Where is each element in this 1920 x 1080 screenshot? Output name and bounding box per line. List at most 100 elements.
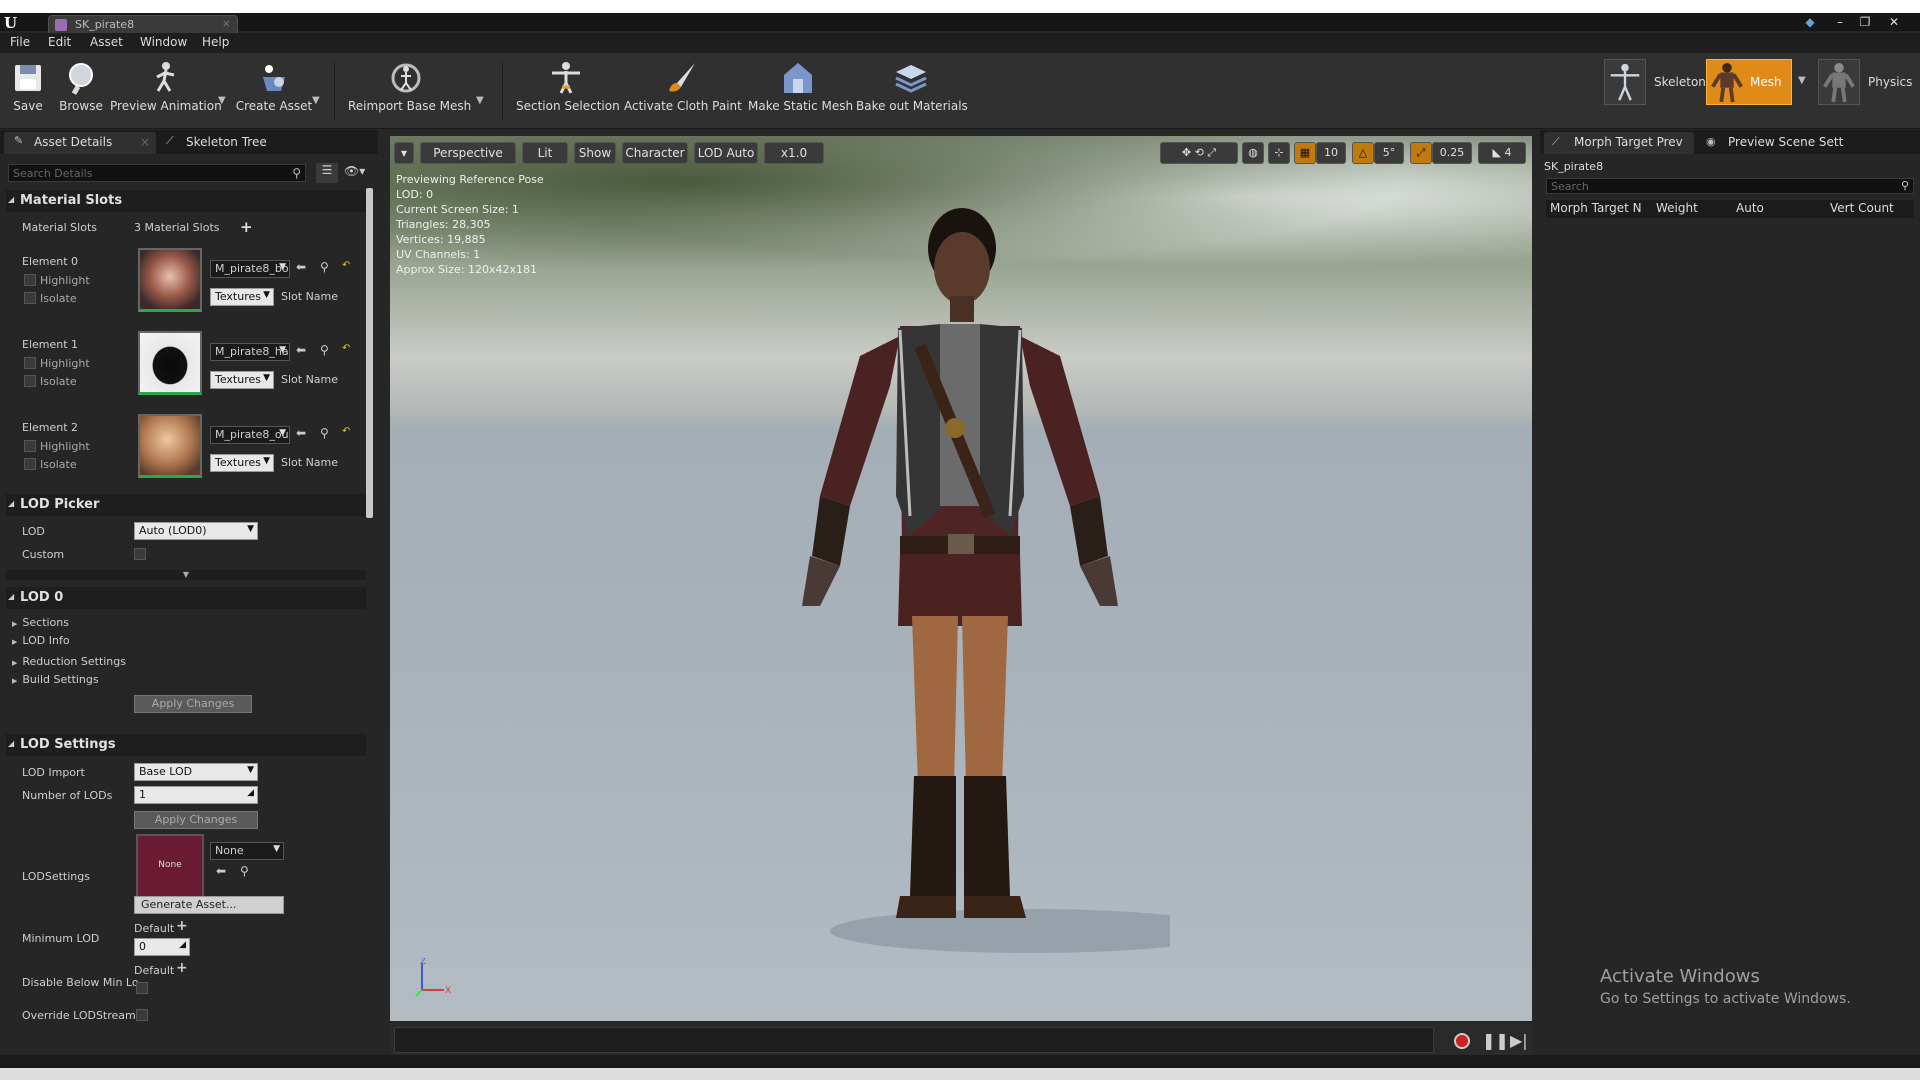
pause-button[interactable]: ❚❚ [1482, 1031, 1509, 1050]
menu-help[interactable]: Help [202, 35, 229, 49]
lod-picker-combo[interactable]: Auto (LOD0) ▼ [134, 522, 258, 540]
grid-snap-icon[interactable]: ▦ [1294, 142, 1316, 164]
tab-skeleton-tree[interactable]: ⟋ Skeleton Tree [156, 132, 296, 154]
timeline-scrubber[interactable] [394, 1027, 1434, 1053]
use-selected-arrow-icon[interactable]: ⬅ [296, 343, 306, 357]
grid-snap-value[interactable]: 10 [1316, 142, 1346, 164]
lod-import-combo[interactable]: Base LOD ▼ [134, 763, 258, 781]
material-thumbnail-0[interactable] [138, 248, 202, 312]
menu-file[interactable]: File [10, 35, 30, 49]
lod-auto-button[interactable]: LOD Auto [694, 142, 758, 164]
reset-arrow-icon[interactable]: ↶ [342, 260, 350, 271]
lodsettings-thumbnail[interactable]: None [136, 834, 204, 900]
highlight-checkbox-0[interactable] [24, 274, 36, 286]
minimum-lod-input[interactable]: 0 ◢ [134, 938, 190, 956]
browse-magnifier-icon[interactable]: ⚲ [320, 260, 329, 274]
create-asset-dropdown-icon[interactable]: ▼ [312, 95, 320, 106]
isolate-checkbox-0[interactable] [24, 292, 36, 304]
textures-combo-0[interactable]: Textures ▼ [210, 288, 274, 306]
tab-preview-scene-settings[interactable]: ◉ Preview Scene Sett [1698, 132, 1848, 154]
add-platform-override-icon[interactable]: + [176, 918, 188, 934]
use-selected-arrow-icon[interactable]: ⬅ [296, 426, 306, 440]
column-weight[interactable]: Weight [1656, 201, 1698, 215]
preview-animation-button[interactable]: Preview Animation [110, 57, 222, 123]
material-thumbnail-1[interactable] [138, 331, 202, 395]
record-button[interactable] [1454, 1033, 1470, 1049]
document-tab[interactable]: SK_pirate8 × [48, 15, 238, 35]
lod0-build-settings[interactable]: Build Settings [12, 673, 98, 686]
mode-physics-button[interactable]: Physics [1818, 59, 1918, 105]
material-thumbnail-2[interactable] [138, 414, 202, 478]
category-lod-0[interactable]: LOD 0 [6, 587, 366, 609]
category-material-slots[interactable]: Material Slots [6, 190, 366, 212]
expand-advanced-icon[interactable]: ▼ [6, 570, 366, 580]
menu-window[interactable]: Window [140, 35, 187, 49]
lod-settings-apply-changes-button[interactable]: Apply Changes [134, 811, 258, 829]
custom-checkbox[interactable] [134, 548, 146, 560]
column-morph-target-name[interactable]: Morph Target N [1550, 201, 1642, 215]
override-lod-streaming-checkbox[interactable] [136, 1009, 148, 1021]
category-lod-settings[interactable]: LOD Settings [6, 734, 366, 756]
textures-combo-2[interactable]: Textures ▼ [210, 454, 274, 472]
create-asset-button[interactable]: Create Asset [234, 57, 314, 123]
save-button[interactable]: Save [6, 57, 50, 123]
playback-speed-button[interactable]: x1.0 [764, 142, 824, 164]
perspective-button[interactable]: Perspective [420, 142, 516, 164]
maximize-button[interactable]: ❐ [1855, 15, 1875, 29]
source-control-icon[interactable]: ◆ [1800, 15, 1820, 29]
number-of-lods-input[interactable]: 1 ◢ [134, 786, 258, 804]
tab-morph-target-preview[interactable]: ⟋ Morph Target Prev [1544, 132, 1694, 154]
isolate-checkbox-2[interactable] [24, 458, 36, 470]
column-vert-count[interactable]: Vert Count [1830, 201, 1894, 215]
mode-skeleton-button[interactable]: Skeleton [1604, 59, 1706, 105]
search-details-input[interactable]: Search Details ⚲ [8, 164, 306, 182]
make-static-mesh-button[interactable]: Make Static Mesh [748, 57, 853, 123]
reimport-base-mesh-button[interactable]: Reimport Base Mesh [348, 57, 471, 123]
generate-asset-button[interactable]: Generate Asset... [134, 896, 284, 914]
rotation-snap-icon[interactable]: △ [1352, 142, 1374, 164]
menu-edit[interactable]: Edit [48, 35, 71, 49]
tab-asset-details[interactable]: ✎ Asset Details × [4, 132, 156, 154]
scale-snap-icon[interactable]: ⤢ [1410, 142, 1432, 164]
close-tab-icon[interactable]: × [222, 17, 231, 30]
section-selection-button[interactable]: Section Selection [516, 57, 620, 123]
browse-magnifier-icon[interactable]: ⚲ [320, 426, 329, 440]
material-combo-0[interactable]: M_pirate8_bo ▼ [210, 260, 290, 278]
character-button[interactable]: Character [622, 142, 688, 164]
use-selected-arrow-icon[interactable]: ⬅ [296, 260, 306, 274]
disable-below-min-lod-checkbox[interactable] [136, 982, 148, 994]
browse-magnifier-icon[interactable]: ⚲ [240, 864, 249, 878]
lodsettings-asset-combo[interactable]: None ▼ [210, 842, 284, 860]
activate-cloth-paint-button[interactable]: Activate Cloth Paint [624, 57, 742, 123]
textures-combo-1[interactable]: Textures ▼ [210, 371, 274, 389]
menu-asset[interactable]: Asset [90, 35, 123, 49]
reset-arrow-icon[interactable]: ↶ [342, 426, 350, 437]
close-tab-icon[interactable]: × [140, 135, 150, 149]
morph-search-input[interactable]: Search ⚲ [1546, 178, 1914, 194]
highlight-checkbox-2[interactable] [24, 440, 36, 452]
mode-mesh-button[interactable]: Mesh [1706, 59, 1792, 105]
lod0-sections[interactable]: Sections [12, 616, 69, 629]
add-material-slot-icon[interactable]: + [240, 218, 253, 236]
highlight-checkbox-1[interactable] [24, 357, 36, 369]
material-combo-1[interactable]: M_pirate8_ha ▼ [210, 343, 290, 361]
surface-snap-icon[interactable]: ⊹ [1268, 142, 1290, 164]
add-platform-override-icon[interactable]: + [176, 960, 188, 976]
show-button[interactable]: Show [574, 142, 616, 164]
details-scrollbar[interactable] [366, 188, 373, 518]
lod0-apply-changes-button[interactable]: Apply Changes [134, 695, 252, 713]
camera-speed-button[interactable]: ◣ 4 [1478, 142, 1526, 164]
material-combo-2[interactable]: M_pirate8_ou ▼ [210, 426, 290, 444]
reimport-dropdown-icon[interactable]: ▼ [476, 95, 484, 106]
column-auto[interactable]: Auto [1736, 201, 1764, 215]
isolate-checkbox-1[interactable] [24, 375, 36, 387]
reset-arrow-icon[interactable]: ↶ [342, 343, 350, 354]
browse-button[interactable]: Browse [56, 57, 106, 123]
mode-mesh-dropdown-icon[interactable]: ▼ [1798, 75, 1806, 86]
use-selected-arrow-icon[interactable]: ⬅ [216, 864, 226, 878]
preview-viewport[interactable]: ▾ Perspective Lit Show Character LOD Aut… [390, 136, 1532, 1021]
bake-out-materials-button[interactable]: Bake out Materials [856, 57, 968, 123]
transform-tools-group[interactable]: ✥ ⟲ ⤢ [1160, 142, 1238, 164]
view-options-icon[interactable]: ☰ [316, 163, 338, 183]
scale-snap-value[interactable]: 0.25 [1432, 142, 1472, 164]
